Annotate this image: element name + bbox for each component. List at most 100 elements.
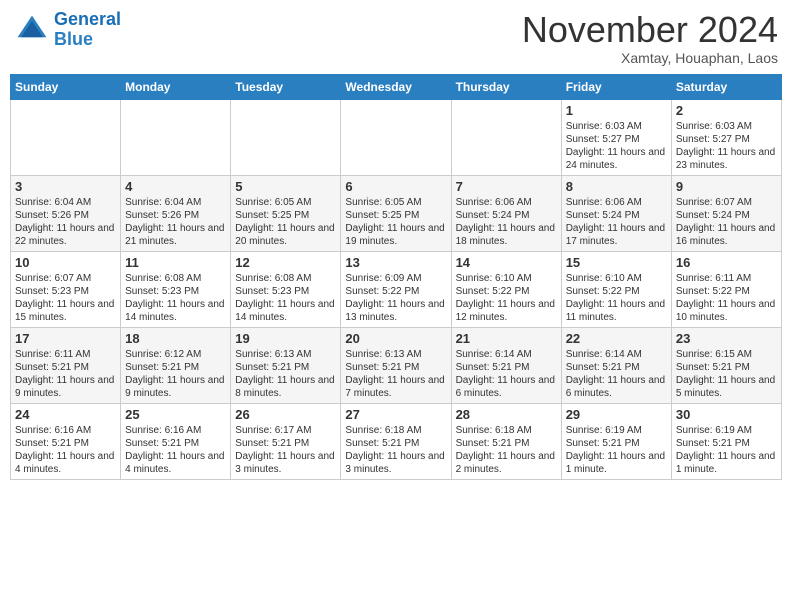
weekday-header-row: SundayMondayTuesdayWednesdayThursdayFrid… xyxy=(11,74,782,99)
month-title: November 2024 xyxy=(522,10,778,50)
day-number: 20 xyxy=(345,331,446,346)
day-number: 19 xyxy=(235,331,336,346)
day-cell: 1 Sunrise: 6:03 AM Sunset: 5:27 PM Daylig… xyxy=(561,99,671,175)
day-info: Sunrise: 6:10 AM Sunset: 5:22 PM Dayligh… xyxy=(566,272,667,324)
day-number: 3 xyxy=(15,179,116,194)
day-info: Sunrise: 6:06 AM Sunset: 5:24 PM Dayligh… xyxy=(456,196,557,248)
day-info: Sunrise: 6:13 AM Sunset: 5:21 PM Dayligh… xyxy=(345,348,446,400)
day-number: 17 xyxy=(15,331,116,346)
week-row-2: 3 Sunrise: 6:04 AM Sunset: 5:26 PM Daylig… xyxy=(11,175,782,251)
week-row-4: 17 Sunrise: 6:11 AM Sunset: 5:21 PM Dayli… xyxy=(11,327,782,403)
day-cell: 23 Sunrise: 6:15 AM Sunset: 5:21 PM Dayli… xyxy=(671,327,781,403)
day-number: 24 xyxy=(15,407,116,422)
day-info: Sunrise: 6:11 AM Sunset: 5:21 PM Dayligh… xyxy=(15,348,116,400)
day-cell: 25Sunrise: 6:16 AM Sunset: 5:21 PM Dayli… xyxy=(121,403,231,479)
day-info: Sunrise: 6:08 AM Sunset: 5:23 PM Dayligh… xyxy=(125,272,226,324)
day-cell: 5Sunrise: 6:05 AM Sunset: 5:25 PM Daylig… xyxy=(231,175,341,251)
day-info: Sunrise: 6:18 AM Sunset: 5:21 PM Dayligh… xyxy=(456,424,557,476)
day-cell: 4 Sunrise: 6:04 AM Sunset: 5:26 PM Daylig… xyxy=(121,175,231,251)
day-cell: 22 Sunrise: 6:14 AM Sunset: 5:21 PM Dayli… xyxy=(561,327,671,403)
day-cell: 18 Sunrise: 6:12 AM Sunset: 5:21 PM Dayli… xyxy=(121,327,231,403)
day-number: 4 xyxy=(125,179,226,194)
weekday-header-saturday: Saturday xyxy=(671,74,781,99)
day-cell: 24 Sunrise: 6:16 AM Sunset: 5:21 PM Dayli… xyxy=(11,403,121,479)
day-number: 27 xyxy=(345,407,446,422)
logo-icon xyxy=(14,12,50,48)
day-cell: 6Sunrise: 6:05 AM Sunset: 5:25 PM Daylig… xyxy=(341,175,451,251)
day-number: 7 xyxy=(456,179,557,194)
day-info: Sunrise: 6:04 AM Sunset: 5:26 PM Dayligh… xyxy=(125,196,226,248)
day-number: 29 xyxy=(566,407,667,422)
day-number: 23 xyxy=(676,331,777,346)
day-cell: 26Sunrise: 6:17 AM Sunset: 5:21 PM Dayli… xyxy=(231,403,341,479)
day-info: Sunrise: 6:08 AM Sunset: 5:23 PM Dayligh… xyxy=(235,272,336,324)
day-info: Sunrise: 6:11 AM Sunset: 5:22 PM Dayligh… xyxy=(676,272,777,324)
day-number: 9 xyxy=(676,179,777,194)
day-info: Sunrise: 6:07 AM Sunset: 5:24 PM Dayligh… xyxy=(676,196,777,248)
day-cell: 8 Sunrise: 6:06 AM Sunset: 5:24 PM Daylig… xyxy=(561,175,671,251)
weekday-header-thursday: Thursday xyxy=(451,74,561,99)
day-info: Sunrise: 6:13 AM Sunset: 5:21 PM Dayligh… xyxy=(235,348,336,400)
weekday-header-friday: Friday xyxy=(561,74,671,99)
day-number: 26 xyxy=(235,407,336,422)
title-block: November 2024 Xamtay, Houaphan, Laos xyxy=(522,10,778,66)
day-cell: 14 Sunrise: 6:10 AM Sunset: 5:22 PM Dayli… xyxy=(451,251,561,327)
day-number: 18 xyxy=(125,331,226,346)
day-info: Sunrise: 6:09 AM Sunset: 5:22 PM Dayligh… xyxy=(345,272,446,324)
logo-text: General Blue xyxy=(54,10,121,50)
week-row-1: 1 Sunrise: 6:03 AM Sunset: 5:27 PM Daylig… xyxy=(11,99,782,175)
weekday-header-monday: Monday xyxy=(121,74,231,99)
day-number: 2 xyxy=(676,103,777,118)
day-info: Sunrise: 6:10 AM Sunset: 5:22 PM Dayligh… xyxy=(456,272,557,324)
day-number: 11 xyxy=(125,255,226,270)
day-cell: 17 Sunrise: 6:11 AM Sunset: 5:21 PM Dayli… xyxy=(11,327,121,403)
page-header: General Blue November 2024 Xamtay, Houap… xyxy=(10,10,782,66)
day-cell: 19 Sunrise: 6:13 AM Sunset: 5:21 PM Dayli… xyxy=(231,327,341,403)
day-info: Sunrise: 6:14 AM Sunset: 5:21 PM Dayligh… xyxy=(456,348,557,400)
day-info: Sunrise: 6:03 AM Sunset: 5:27 PM Dayligh… xyxy=(566,120,667,172)
day-cell: 13 Sunrise: 6:09 AM Sunset: 5:22 PM Dayli… xyxy=(341,251,451,327)
day-number: 5 xyxy=(235,179,336,194)
day-cell xyxy=(451,99,561,175)
day-cell xyxy=(121,99,231,175)
day-cell xyxy=(11,99,121,175)
day-number: 1 xyxy=(566,103,667,118)
day-info: Sunrise: 6:16 AM Sunset: 5:21 PM Dayligh… xyxy=(125,424,226,476)
day-info: Sunrise: 6:19 AM Sunset: 5:21 PM Dayligh… xyxy=(566,424,667,476)
weekday-header-sunday: Sunday xyxy=(11,74,121,99)
week-row-5: 24 Sunrise: 6:16 AM Sunset: 5:21 PM Dayli… xyxy=(11,403,782,479)
day-info: Sunrise: 6:12 AM Sunset: 5:21 PM Dayligh… xyxy=(125,348,226,400)
day-number: 22 xyxy=(566,331,667,346)
location-subtitle: Xamtay, Houaphan, Laos xyxy=(522,50,778,66)
weekday-header-wednesday: Wednesday xyxy=(341,74,451,99)
day-cell: 27Sunrise: 6:18 AM Sunset: 5:21 PM Dayli… xyxy=(341,403,451,479)
day-info: Sunrise: 6:14 AM Sunset: 5:21 PM Dayligh… xyxy=(566,348,667,400)
day-number: 15 xyxy=(566,255,667,270)
day-cell: 21 Sunrise: 6:14 AM Sunset: 5:21 PM Dayli… xyxy=(451,327,561,403)
day-number: 14 xyxy=(456,255,557,270)
day-info: Sunrise: 6:07 AM Sunset: 5:23 PM Dayligh… xyxy=(15,272,116,324)
day-info: Sunrise: 6:04 AM Sunset: 5:26 PM Dayligh… xyxy=(15,196,116,248)
day-number: 21 xyxy=(456,331,557,346)
day-info: Sunrise: 6:15 AM Sunset: 5:21 PM Dayligh… xyxy=(676,348,777,400)
day-cell: 28Sunrise: 6:18 AM Sunset: 5:21 PM Dayli… xyxy=(451,403,561,479)
week-row-3: 10Sunrise: 6:07 AM Sunset: 5:23 PM Dayli… xyxy=(11,251,782,327)
day-cell: 3 Sunrise: 6:04 AM Sunset: 5:26 PM Daylig… xyxy=(11,175,121,251)
day-number: 16 xyxy=(676,255,777,270)
weekday-header-tuesday: Tuesday xyxy=(231,74,341,99)
day-cell: 7 Sunrise: 6:06 AM Sunset: 5:24 PM Daylig… xyxy=(451,175,561,251)
day-info: Sunrise: 6:16 AM Sunset: 5:21 PM Dayligh… xyxy=(15,424,116,476)
day-number: 12 xyxy=(235,255,336,270)
day-number: 13 xyxy=(345,255,446,270)
day-info: Sunrise: 6:06 AM Sunset: 5:24 PM Dayligh… xyxy=(566,196,667,248)
day-number: 8 xyxy=(566,179,667,194)
day-number: 6 xyxy=(345,179,446,194)
day-number: 30 xyxy=(676,407,777,422)
day-cell: 11 Sunrise: 6:08 AM Sunset: 5:23 PM Dayli… xyxy=(121,251,231,327)
day-info: Sunrise: 6:19 AM Sunset: 5:21 PM Dayligh… xyxy=(676,424,777,476)
day-cell: 12 Sunrise: 6:08 AM Sunset: 5:23 PM Dayli… xyxy=(231,251,341,327)
day-cell: 30 Sunrise: 6:19 AM Sunset: 5:21 PM Dayli… xyxy=(671,403,781,479)
day-cell xyxy=(341,99,451,175)
calendar-table: SundayMondayTuesdayWednesdayThursdayFrid… xyxy=(10,74,782,480)
day-cell: 16 Sunrise: 6:11 AM Sunset: 5:22 PM Dayli… xyxy=(671,251,781,327)
